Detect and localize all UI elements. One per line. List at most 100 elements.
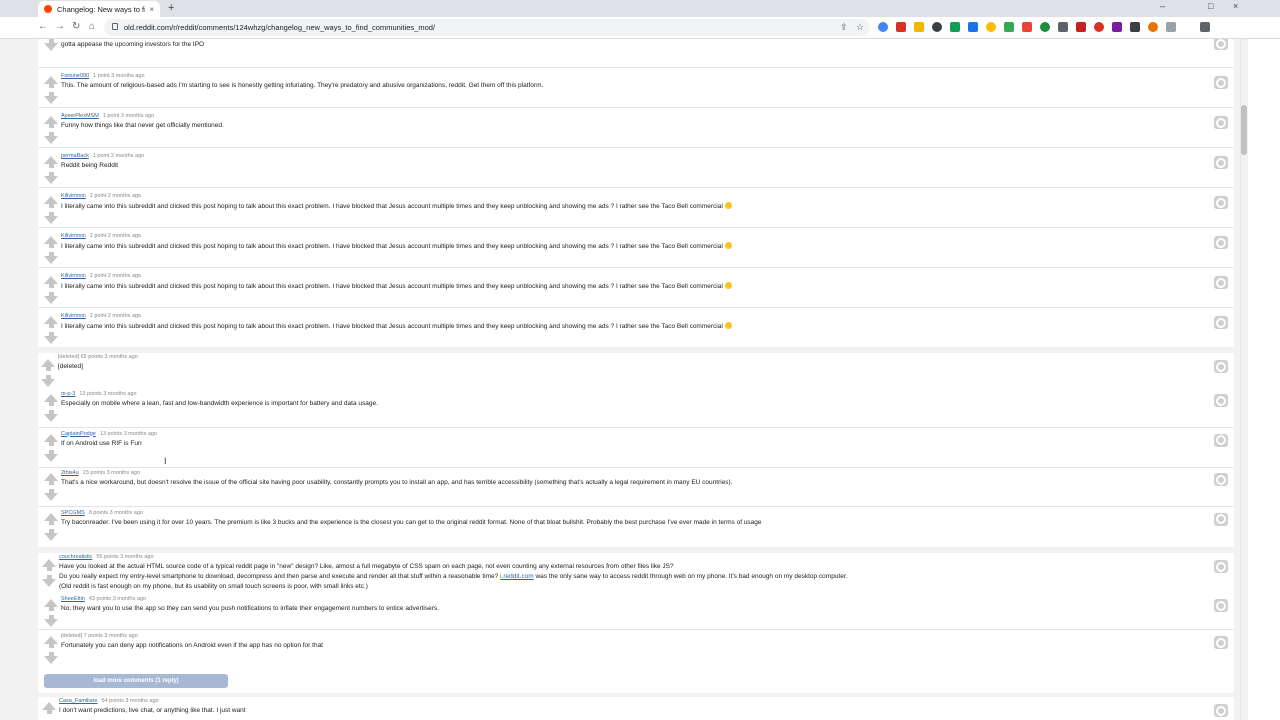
upvote-icon[interactable]	[41, 359, 55, 367]
comment-author-link[interactable]: m-p-3	[61, 391, 75, 397]
comment-author-link[interactable]: Fortune090	[61, 73, 89, 79]
comment-author-link[interactable]: Casa_Familiare	[59, 698, 98, 704]
gear-icon[interactable]	[1214, 704, 1228, 717]
emoji-icon	[724, 202, 732, 209]
gear-icon[interactable]	[1214, 76, 1228, 89]
downvote-icon[interactable]	[44, 493, 58, 501]
extension-icon[interactable]	[932, 22, 942, 32]
gear-icon[interactable]	[1214, 360, 1228, 373]
downvote-icon[interactable]	[44, 43, 58, 51]
profile-avatar[interactable]	[1200, 22, 1210, 32]
downvote-icon[interactable]	[44, 336, 58, 344]
scrollbar-thumb[interactable]	[1241, 105, 1247, 155]
home-button[interactable]: ⌂	[89, 21, 95, 32]
downvote-icon[interactable]	[44, 176, 58, 184]
extension-icon[interactable]	[1022, 22, 1032, 32]
comment-author-link[interactable]: 2this4u	[61, 470, 79, 476]
extension-icon[interactable]	[1058, 22, 1068, 32]
gear-icon[interactable]	[1214, 156, 1228, 169]
upvote-icon[interactable]	[44, 433, 58, 442]
downvote-icon[interactable]	[44, 656, 58, 664]
gear-icon[interactable]	[1214, 236, 1228, 249]
gear-icon[interactable]	[1214, 636, 1228, 649]
extension-icon[interactable]	[1040, 22, 1050, 32]
extension-icon[interactable]	[914, 22, 924, 32]
upvote-icon[interactable]	[44, 473, 58, 481]
extension-icon[interactable]	[1076, 22, 1086, 32]
extension-icon[interactable]	[986, 22, 996, 32]
upvote-icon[interactable]	[44, 276, 58, 284]
comment-author-link[interactable]: permaBack	[61, 153, 89, 159]
comment-author-link[interactable]: Killvimmin	[61, 233, 86, 239]
tab-close-icon[interactable]: ×	[149, 5, 154, 14]
downvote-icon[interactable]	[44, 619, 58, 627]
comment-author-link[interactable]: SheeEttin	[61, 596, 85, 602]
gear-icon[interactable]	[1214, 316, 1228, 329]
gear-icon[interactable]	[1214, 599, 1228, 612]
gear-icon[interactable]	[1214, 473, 1228, 486]
tab-title: Changelog: New ways to find c	[57, 4, 146, 14]
upvote-icon[interactable]	[44, 394, 58, 402]
extension-icon[interactable]	[878, 22, 888, 32]
maximize-icon[interactable]: □	[1208, 1, 1213, 11]
comment-author-link[interactable]: AyeerPlexMSM	[61, 113, 99, 119]
extension-icon[interactable]	[1004, 22, 1014, 32]
downvote-icon[interactable]	[41, 379, 55, 387]
downvote-icon[interactable]	[44, 216, 58, 224]
extension-icon[interactable]	[1112, 22, 1122, 32]
downvote-icon[interactable]	[44, 256, 58, 264]
downvote-icon[interactable]	[44, 296, 58, 304]
comment-author-link[interactable]: Killvimmin	[61, 313, 86, 319]
new-tab-button[interactable]: +	[168, 2, 174, 14]
close-window-icon[interactable]: ×	[1233, 1, 1238, 11]
forward-button[interactable]: →	[55, 21, 65, 32]
comment-author-link[interactable]: Killvimmin	[61, 273, 86, 279]
upvote-icon[interactable]	[44, 636, 58, 644]
upvote-icon[interactable]	[44, 316, 58, 324]
gear-icon[interactable]	[1214, 39, 1228, 50]
gear-icon[interactable]	[1214, 276, 1228, 289]
reload-button[interactable]: ↻	[72, 21, 80, 32]
downvote-icon[interactable]	[42, 579, 56, 587]
comment-text: I literally came into this subreddit and…	[61, 323, 723, 330]
extension-icon[interactable]	[968, 22, 978, 32]
upvote-icon[interactable]	[42, 702, 56, 710]
bookmark-star-icon[interactable]: ☆	[856, 22, 864, 33]
extension-icon[interactable]	[896, 22, 906, 32]
extension-icon[interactable]	[1094, 22, 1104, 32]
gear-icon[interactable]	[1214, 116, 1228, 129]
comment-author-link[interactable]: Killvimmin	[61, 193, 86, 199]
upvote-icon[interactable]	[42, 559, 56, 567]
upvote-icon[interactable]	[44, 116, 58, 124]
extension-icon[interactable]	[1130, 22, 1140, 32]
gear-icon[interactable]	[1214, 560, 1228, 573]
upvote-icon[interactable]	[44, 76, 58, 84]
upvote-icon[interactable]	[44, 236, 58, 244]
downvote-icon[interactable]	[44, 96, 58, 104]
back-button[interactable]: ←	[38, 21, 48, 32]
extension-icon[interactable]	[1148, 22, 1158, 32]
extension-icon[interactable]	[1166, 22, 1176, 32]
share-icon[interactable]: ⇪	[840, 22, 848, 33]
upvote-icon[interactable]	[44, 599, 58, 607]
upvote-icon[interactable]	[44, 512, 58, 521]
gear-icon[interactable]	[1214, 394, 1228, 407]
gear-icon[interactable]	[1214, 512, 1228, 526]
downvote-icon[interactable]	[44, 136, 58, 144]
address-bar[interactable]: old.reddit.com/r/reddit/comments/124whzg…	[104, 19, 870, 36]
gear-icon[interactable]	[1214, 433, 1228, 447]
downvote-icon[interactable]	[44, 453, 58, 462]
comment-author-link[interactable]: CaptainPodge	[61, 431, 96, 437]
browser-tab[interactable]: Changelog: New ways to find c ×	[38, 1, 160, 17]
load-more-comments-button[interactable]: load more comments (1 reply)	[44, 674, 228, 688]
extension-icon[interactable]	[950, 22, 960, 32]
i-reddit-link[interactable]: i.reddit.com	[500, 573, 534, 580]
downvote-icon[interactable]	[44, 532, 58, 541]
comment-author-link[interactable]: SPCGMS	[61, 510, 85, 516]
gear-icon[interactable]	[1214, 196, 1228, 209]
comment-author-link[interactable]: couchrealistic	[59, 554, 92, 560]
minimize-icon[interactable]: –	[1160, 1, 1165, 11]
downvote-icon[interactable]	[44, 414, 58, 422]
upvote-icon[interactable]	[44, 196, 58, 204]
upvote-icon[interactable]	[44, 156, 58, 164]
